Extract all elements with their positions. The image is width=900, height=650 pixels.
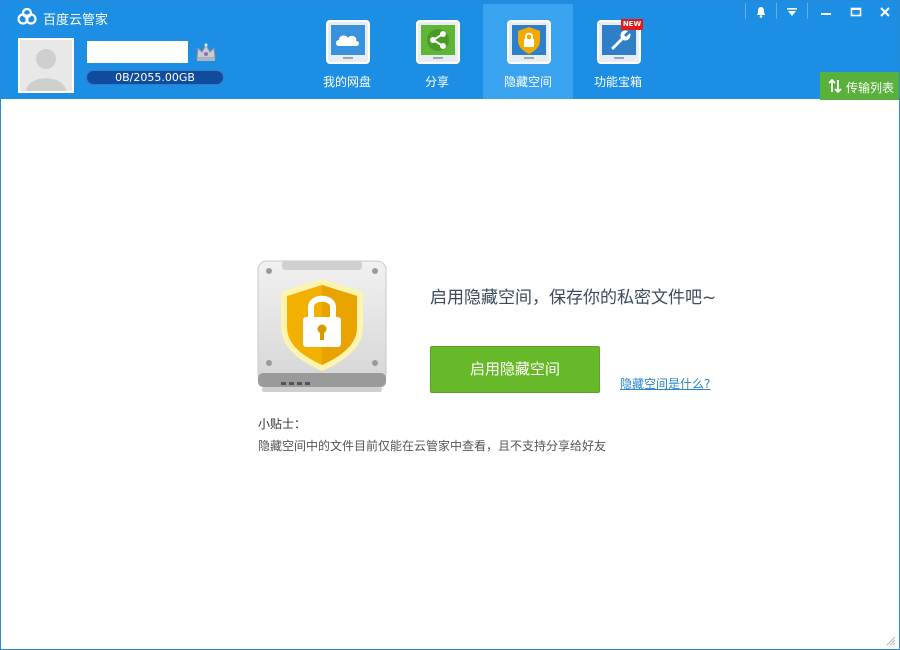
tips-text: 隐藏空间中的文件目前仅能在云管家中查看，且不支持分享给好友 xyxy=(258,439,607,453)
app-title: 百度云管家 xyxy=(43,13,109,28)
close-button[interactable] xyxy=(870,1,900,23)
transfer-arrows-icon xyxy=(828,79,842,93)
transfer-list-label: 传输列表 xyxy=(846,81,895,95)
cloud-drive-icon xyxy=(326,20,370,64)
header-bar: 百度云管家 0B/2055.00GB 我的网盘 分享 隐藏空间 功能宝箱 NEW… xyxy=(1,1,900,100)
avatar[interactable] xyxy=(18,38,74,93)
bell-icon xyxy=(757,7,765,18)
tips-title: 小贴士： xyxy=(258,417,307,431)
hidden-space-lock-icon xyxy=(507,20,551,64)
tab-hidden-space[interactable]: 隐藏空间 xyxy=(483,4,573,99)
close-icon xyxy=(880,7,890,17)
minimize-icon xyxy=(821,13,831,15)
minimize-button[interactable] xyxy=(811,1,841,23)
username-field xyxy=(87,41,188,63)
control-divider xyxy=(807,3,808,19)
tab-share[interactable]: 分享 xyxy=(392,4,482,99)
vip-crown-icon[interactable] xyxy=(194,40,218,64)
notifications-button[interactable] xyxy=(746,1,776,23)
tab-label: 隐藏空间 xyxy=(503,75,552,89)
tab-label: 功能宝箱 xyxy=(593,75,642,89)
storage-quota-text: 0B/2055.00GB xyxy=(115,71,195,84)
tab-label: 我的网盘 xyxy=(322,75,371,89)
transfer-list-button[interactable]: 传输列表 xyxy=(820,72,899,100)
hidden-space-safe-illustration xyxy=(257,260,387,392)
default-avatar-icon xyxy=(20,40,72,91)
tab-my-drive[interactable]: 我的网盘 xyxy=(302,4,392,99)
menu-dropdown-icon xyxy=(787,8,797,16)
menu-dropdown-button[interactable] xyxy=(777,1,807,23)
new-badge: NEW xyxy=(621,19,643,30)
share-icon xyxy=(416,20,460,64)
tab-label: 分享 xyxy=(424,75,449,89)
resize-grip-icon[interactable] xyxy=(886,636,896,646)
app-window: 百度云管家 0B/2055.00GB 我的网盘 分享 隐藏空间 功能宝箱 NEW… xyxy=(0,0,900,650)
hidden-space-headline: 启用隐藏空间，保存你的私密文件吧~ xyxy=(430,288,717,308)
enable-hidden-space-button[interactable]: 启用隐藏空间 xyxy=(430,346,600,393)
maximize-button[interactable] xyxy=(841,1,871,23)
baidu-cloud-logo-icon xyxy=(17,8,37,25)
tab-toolbox[interactable]: 功能宝箱 xyxy=(573,4,663,99)
storage-quota-bar: 0B/2055.00GB xyxy=(86,70,224,85)
maximize-icon xyxy=(850,7,862,17)
what-is-hidden-space-link[interactable]: 隐藏空间是什么? xyxy=(620,375,710,392)
